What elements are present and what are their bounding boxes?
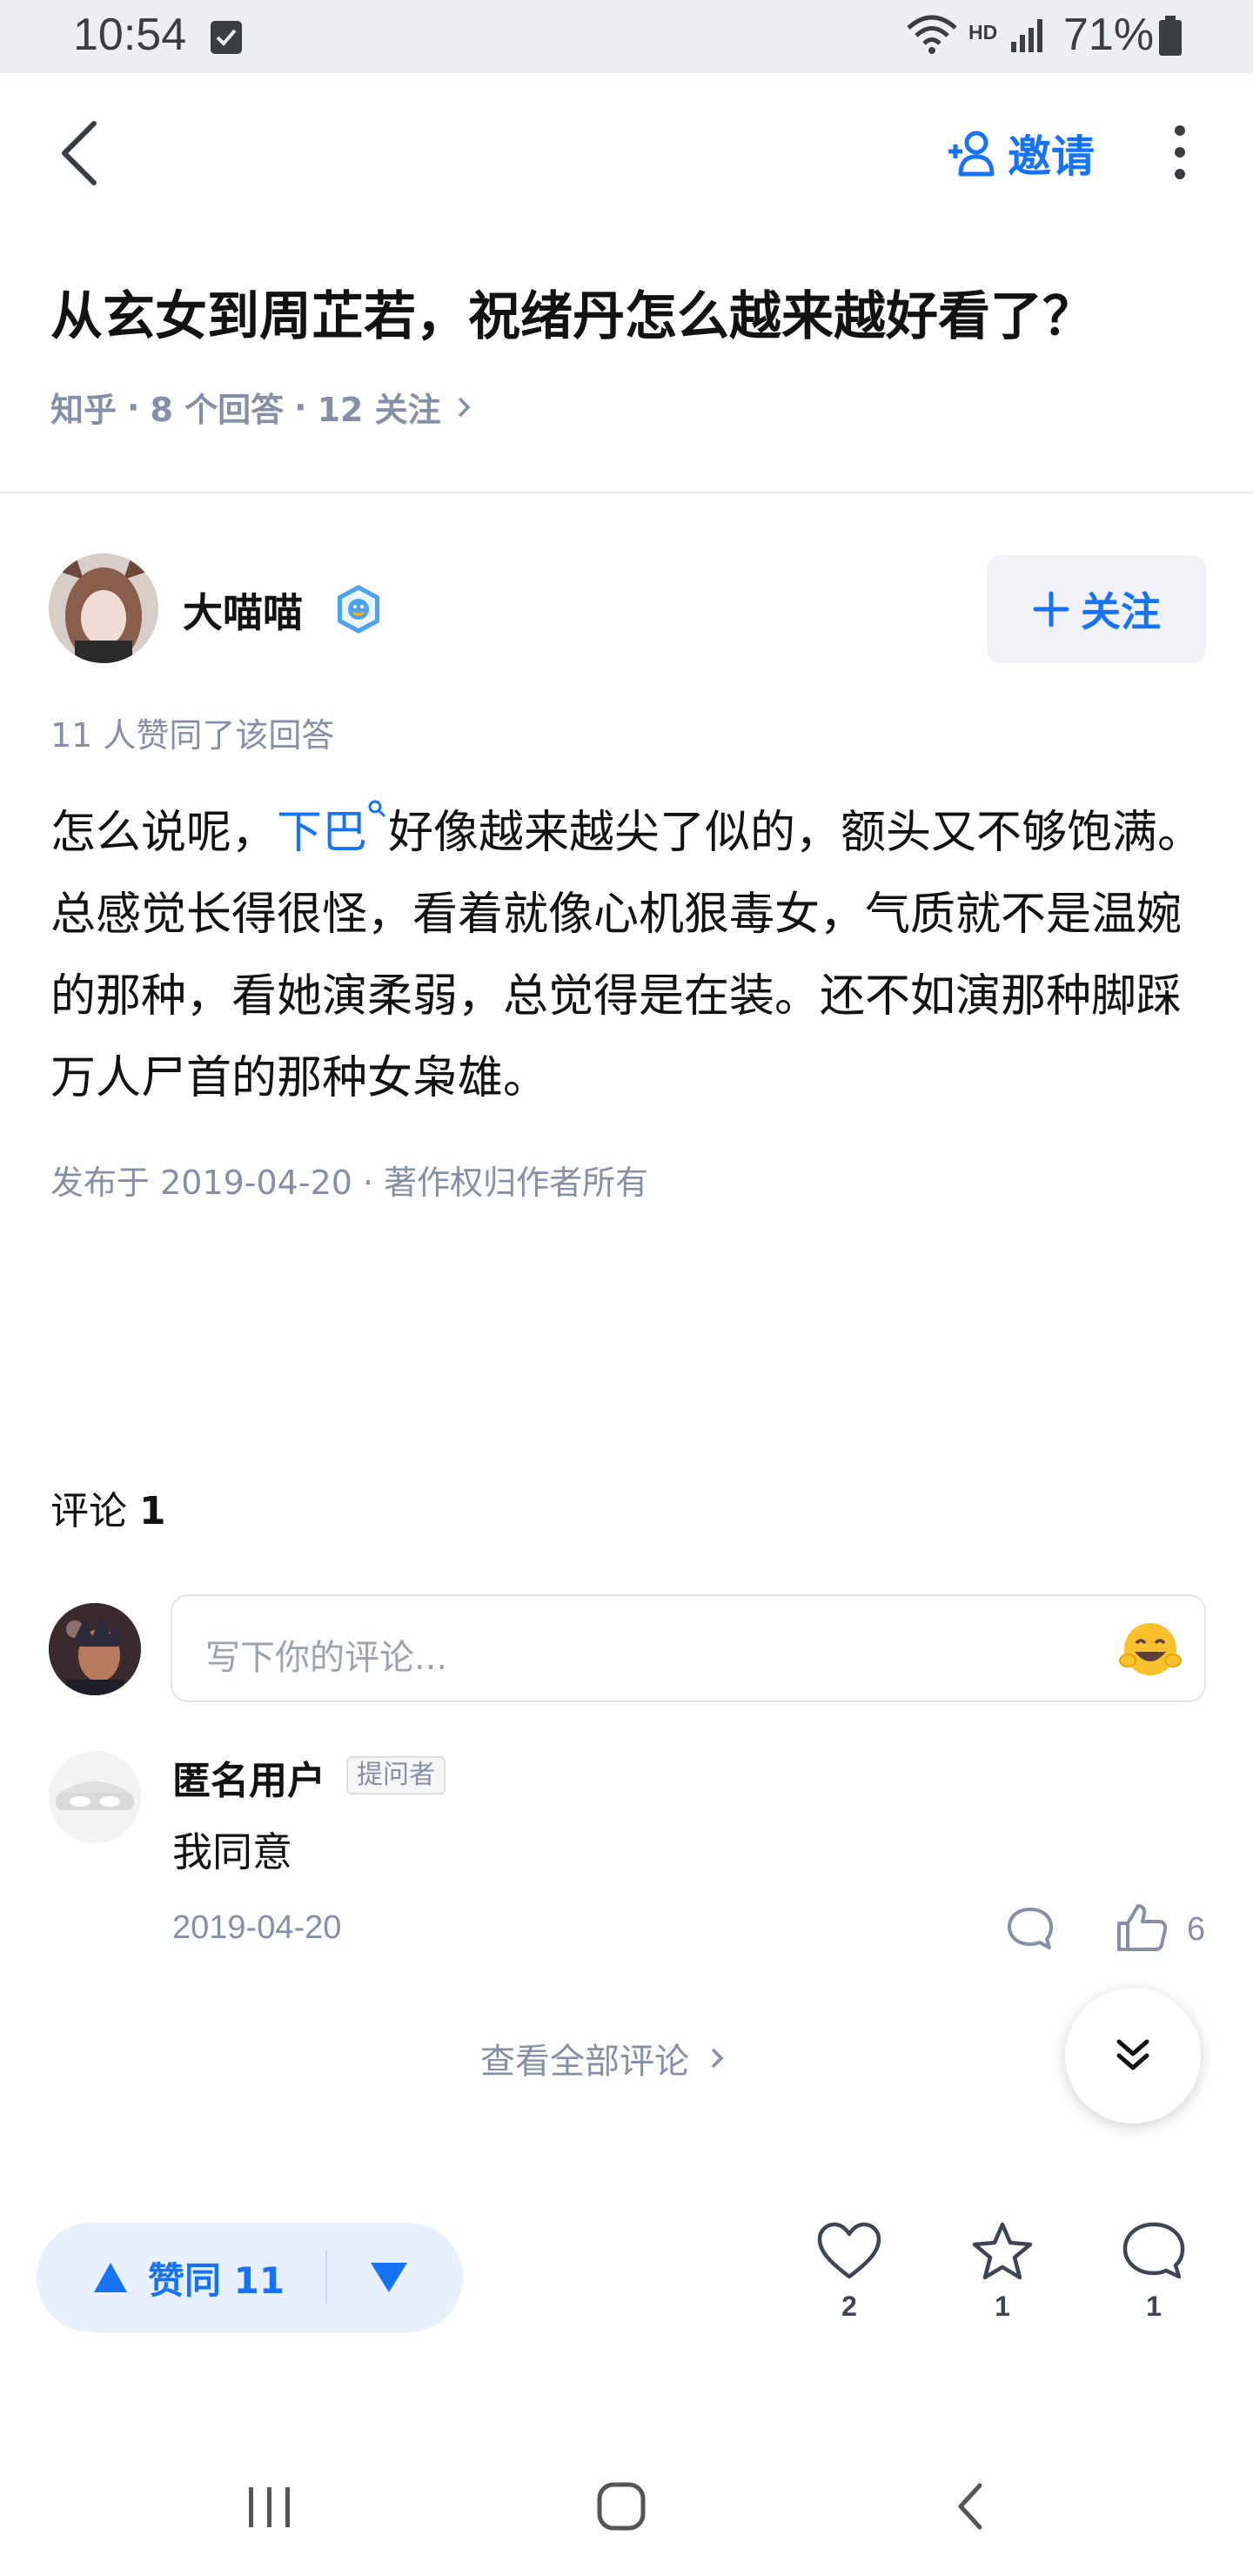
meta-separator: · (294, 387, 307, 426)
answer-count: 8 个回答 (150, 391, 285, 429)
invite-label: 邀请 (1008, 131, 1095, 182)
favorite-action[interactable]: 1 (959, 2221, 1046, 2323)
battery-percent: 71% (1063, 10, 1155, 60)
vote-separator (325, 2251, 327, 2304)
more-vertical-icon (1175, 125, 1185, 179)
plus-icon (1033, 591, 1069, 627)
follow-button[interactable]: 关注 (987, 555, 1206, 663)
notification-check-icon (211, 21, 242, 54)
vote-summary: 11 人赞同了该回答 (50, 716, 335, 755)
publish-info: 发布于 2019-04-20 · 著作权归作者所有 (50, 1164, 649, 1202)
back-button[interactable] (54, 117, 115, 190)
signal-icon (1011, 19, 1042, 52)
question-title[interactable]: 从玄女到周芷若，祝绪丹怎么越来越好看了？ (50, 277, 1208, 357)
home-icon[interactable] (595, 2480, 647, 2532)
author-name[interactable]: 大喵喵 (183, 581, 303, 639)
question-meta[interactable]: 知乎 · 8 个回答 · 12 关注 (50, 383, 471, 431)
invite-button[interactable]: 邀请 (947, 122, 1095, 184)
view-all-comments-link[interactable]: 查看全部评论 (480, 2033, 724, 2083)
star-icon (972, 2222, 1033, 2280)
scroll-down-button[interactable] (1065, 1988, 1201, 2123)
view-all-label: 查看全部评论 (480, 2042, 689, 2082)
comment-author-name[interactable]: 匿名用户 (172, 1749, 325, 1805)
like-count: 2 (841, 2291, 857, 2322)
current-user-avatar (49, 1603, 141, 1695)
verified-badge-icon (338, 585, 379, 634)
answer-content: 怎么说呢，下巴 好像越来越尖了似的，额头又不够饱满。总感觉长得很怪，看着就像心机狠… (50, 792, 1213, 1119)
favorite-count: 1 (995, 2291, 1010, 2322)
more-options-button[interactable] (1156, 120, 1204, 184)
comment-text: 我同意 (172, 1828, 292, 1875)
author-avatar[interactable] (49, 553, 158, 663)
battery-icon (1159, 16, 1182, 56)
emoji-icon[interactable] (1119, 1620, 1182, 1678)
chevron-left-icon (62, 121, 97, 185)
comment-action[interactable]: 1 (1110, 2221, 1197, 2323)
wifi-icon (907, 15, 957, 54)
search-icon (368, 800, 385, 817)
chevron-right-icon (458, 397, 471, 417)
divider (0, 492, 1253, 493)
meta-separator: · (127, 387, 140, 426)
comment-like-count: 6 (1187, 1911, 1206, 1948)
status-bar: 10:54 HD 71% (0, 0, 1253, 73)
chevron-right-icon (711, 2048, 724, 2069)
answer-link-text: 下巴 (277, 807, 368, 859)
upvote-label: 赞同 11 (148, 2258, 285, 2302)
downvote-button[interactable] (369, 2257, 409, 2296)
comments-count: 1 (139, 1489, 166, 1533)
vote-pill: 赞同 11 (37, 2223, 463, 2332)
network-label: HD (968, 21, 998, 44)
comments-heading-label: 评论 (50, 1489, 127, 1533)
answer-keyword-link[interactable]: 下巴 (277, 800, 388, 859)
comment-date: 2019-04-20 (172, 1909, 342, 1946)
status-time: 10:54 (73, 10, 187, 60)
heart-icon (817, 2222, 881, 2279)
comment-count: 1 (1146, 2291, 1162, 2322)
upvote-button[interactable]: 赞同 11 (92, 2223, 285, 2332)
triangle-up-icon (94, 2263, 127, 2292)
add-user-icon (948, 131, 995, 177)
question-source: 知乎 (50, 391, 117, 429)
double-chevron-down-icon (1116, 2039, 1149, 2070)
asker-badge: 提问者 (346, 1756, 446, 1794)
comment-input[interactable]: 写下你的评论... (171, 1594, 1206, 1702)
like-action[interactable]: 2 (806, 2221, 893, 2323)
recent-apps-icon[interactable] (244, 2485, 296, 2529)
comments-heading: 评论 1 (50, 1479, 166, 1535)
comment-input-placeholder: 写下你的评论... (205, 1638, 448, 1678)
follow-count: 12 关注 (317, 391, 441, 429)
nav-back-icon[interactable] (954, 2480, 988, 2532)
thumbs-up-icon[interactable] (1114, 1899, 1169, 1955)
comment-author-avatar[interactable] (49, 1751, 141, 1843)
comment-bubble-icon (1122, 2222, 1185, 2279)
reply-icon[interactable] (1004, 1904, 1056, 1953)
answer-text: 怎么说呢， (50, 807, 278, 859)
follow-label: 关注 (1081, 588, 1161, 635)
